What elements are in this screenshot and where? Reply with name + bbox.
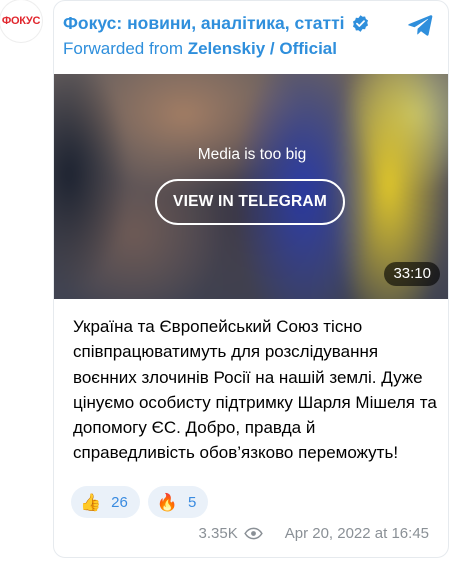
video-duration-badge: 33:10	[384, 262, 440, 286]
media-too-big-notice: Media is too big	[197, 146, 307, 163]
view-in-telegram-button[interactable]: VIEW IN TELEGRAM	[155, 179, 345, 225]
channel-name-link[interactable]: Фокус: новини, аналітика, статті	[63, 13, 345, 34]
reaction-thumbs-up[interactable]: 👍 26	[71, 486, 140, 518]
view-count: 3.35K	[198, 525, 238, 542]
channel-header: Фокус: новини, аналітика, статті	[63, 11, 398, 35]
fire-icon: 🔥	[156, 492, 179, 512]
avatar-logo-text: ФОКУС	[1, 15, 41, 27]
verified-badge-icon	[352, 14, 368, 32]
reaction-count: 26	[111, 493, 128, 511]
thumbs-up-icon: 👍	[80, 492, 102, 512]
video-preview[interactable]: Media is too big VIEW IN TELEGRAM 33:10	[54, 74, 448, 299]
reactions-bar: 👍 26 🔥 5	[71, 486, 209, 518]
eye-icon	[243, 527, 263, 540]
reaction-count: 5	[188, 493, 197, 511]
forwarded-prefix: Forwarded from	[63, 39, 188, 58]
post-meta: 3.35K Apr 20, 2022 at 16:45	[199, 525, 429, 542]
post-message-text: Україна та Європейський Союз тісно співп…	[73, 317, 437, 463]
reaction-fire[interactable]: 🔥 5	[147, 486, 209, 518]
forwarded-from-line: Forwarded from Zelenskiy / Official	[63, 39, 337, 59]
telegram-logo-icon[interactable]	[406, 11, 434, 39]
channel-avatar[interactable]: ФОКУС	[0, 0, 42, 42]
post-card: Фокус: новини, аналітика, статті Forward…	[53, 0, 449, 558]
post-date-link[interactable]: Apr 20, 2022 at 16:45	[285, 525, 429, 542]
forwarded-source-link[interactable]: Zelenskiy / Official	[188, 39, 337, 58]
